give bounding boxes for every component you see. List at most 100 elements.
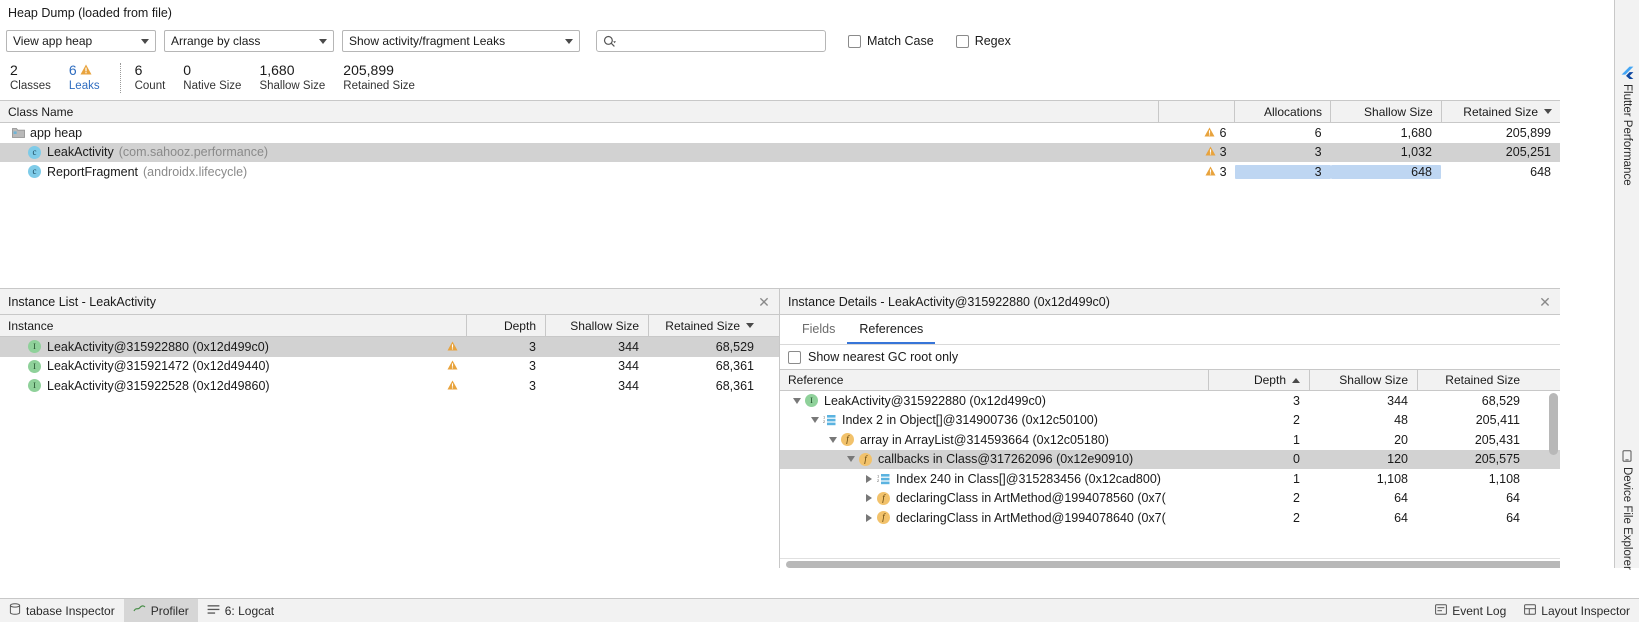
list-item[interactable]: I LeakActivity@315922528 (0x12d49860) 3 … [0, 376, 779, 396]
scrollbar-thumb[interactable] [786, 561, 1560, 568]
column-header-leaks[interactable] [1158, 100, 1233, 123]
status-bar-profiler[interactable]: Profiler [123, 598, 198, 622]
list-item[interactable]: I LeakActivity@315921472 (0x12d49440) 3 … [0, 357, 779, 377]
instance-name-text: LeakActivity@315922528 (0x12d49860) [47, 378, 270, 393]
profiler-icon [133, 603, 146, 618]
shallow-size-cell: 1,108 [1376, 471, 1408, 486]
leaks-count: 3 [1219, 145, 1227, 160]
table-row[interactable]: c ReportFragment (androidx.lifecycle) 3 … [0, 162, 1560, 182]
column-header-depth-label: Depth [1253, 373, 1286, 387]
column-header-depth[interactable]: Depth [466, 314, 545, 337]
references-vertical-scrollbar[interactable] [1549, 393, 1558, 455]
chevron-down-icon [565, 38, 573, 44]
chevron-down-icon[interactable] [808, 414, 821, 427]
flutter-icon [1621, 66, 1634, 79]
chevron-down-icon[interactable] [844, 453, 857, 466]
tab-references[interactable]: References [847, 316, 936, 344]
depth-cell: 2 [1293, 413, 1300, 428]
shallow-size-cell: 344 [618, 378, 639, 393]
tab-fields[interactable]: Fields [790, 316, 847, 344]
details-tabs: Fields References [780, 315, 1560, 345]
arrange-select-label: Arrange by class [171, 34, 261, 48]
instance-details-title-bar: Instance Details - LeakActivity@31592288… [780, 289, 1560, 315]
search-icon [603, 35, 616, 48]
column-header-shallow-size[interactable]: Shallow Size [1309, 369, 1417, 391]
class-table-body: app heap 6 6 1,680 205,899 c LeakActivit… [0, 123, 1560, 288]
column-header-class-name[interactable]: Class Name [0, 101, 1158, 123]
warning-icon [80, 62, 92, 79]
column-header-shallow-size[interactable]: Shallow Size [545, 314, 648, 337]
instance-name-cell: I LeakActivity@315922528 (0x12d49860) [0, 379, 466, 393]
references-horizontal-scrollbar[interactable] [780, 558, 1560, 568]
tree-row[interactable]: f callbacks in Class@317262096 (0x12e909… [780, 449, 1560, 469]
match-case-checkbox[interactable]: Match Case [848, 34, 934, 48]
tree-row[interactable]: 12 Index 240 in Class[]@315283456 (0x12c… [780, 469, 1560, 489]
tree-row[interactable]: f declaringClass in ArtMethod@1994078560… [780, 489, 1560, 509]
allocations-cell: 3 [1234, 164, 1331, 179]
retained-size-cell: 1,108 [1488, 471, 1520, 486]
column-header-retained-size[interactable]: Retained Size [648, 314, 763, 337]
status-bar-layout-inspector[interactable]: Layout Inspector [1515, 599, 1639, 622]
tree-row[interactable]: I LeakActivity@315922880 (0x12d499c0) 3 … [780, 391, 1560, 411]
stat-retained-size: 205,899 Retained Size [343, 62, 433, 94]
list-item[interactable]: I LeakActivity@315922880 (0x12d499c0) 3 … [0, 337, 779, 357]
chevron-right-icon[interactable] [862, 492, 875, 505]
tree-row[interactable]: 12 Index 2 in Object[]@314900736 (0x12c5… [780, 411, 1560, 431]
reference-name-text: Index 2 in Object[]@314900736 (0x12c5010… [842, 413, 1098, 428]
checkbox-box [788, 350, 801, 364]
status-bar-logcat[interactable]: 6: Logcat [198, 599, 283, 622]
retained-size-cell: 64 [1506, 491, 1520, 506]
column-header-allocations[interactable]: Allocations [1233, 100, 1330, 123]
column-header-retained-size[interactable]: Retained Size [1417, 369, 1529, 391]
checkbox-box [848, 34, 861, 48]
reference-name-cell: f array in ArrayList@314593664 (0x12c051… [780, 433, 1208, 447]
svg-text:2: 2 [823, 419, 826, 424]
regex-checkbox[interactable]: Regex [955, 34, 1011, 48]
tree-row[interactable]: f array in ArrayList@314593664 (0x12c051… [780, 430, 1560, 450]
leaks-select[interactable]: Show activity/fragment Leaks [342, 30, 580, 52]
class-package-text: (androidx.lifecycle) [143, 164, 248, 179]
retained-size-cell: 68,361 [715, 359, 754, 374]
column-header-shallow-size[interactable]: Shallow Size [1330, 100, 1441, 123]
stat-leaks[interactable]: 6 Leaks [69, 62, 118, 94]
close-icon[interactable]: ✕ [753, 291, 775, 313]
status-bar-event-log[interactable]: Event Log [1426, 599, 1515, 622]
gc-root-checkbox[interactable]: Show nearest GC root only [780, 345, 1560, 369]
tool-window-device-file-explorer[interactable]: Device File Explorer [1621, 442, 1633, 578]
class-icon: c [28, 165, 41, 179]
column-header-retained-size[interactable]: Retained Size [1440, 100, 1560, 123]
chevron-down-icon[interactable] [826, 433, 839, 446]
chevron-right-icon[interactable] [862, 511, 875, 524]
tree-row[interactable]: f declaringClass in ArtMethod@1994078640… [780, 508, 1560, 528]
reference-name-cell: f callbacks in Class@317262096 (0x12e909… [780, 452, 1208, 466]
table-row[interactable]: app heap 6 6 1,680 205,899 [0, 123, 1560, 143]
column-header-instance[interactable]: Instance [0, 315, 466, 337]
instance-list-body: I LeakActivity@315922880 (0x12d499c0) 3 … [0, 337, 779, 568]
instance-list-title: Instance List - LeakActivity [8, 294, 156, 309]
search-box[interactable] [596, 30, 826, 52]
chevron-right-icon[interactable] [862, 472, 875, 485]
heap-dump-toolbar: View app heap Arrange by class Show acti… [0, 26, 1560, 56]
stat-leaks-label: Leaks [68, 80, 100, 92]
heap-select-label: View app heap [13, 34, 93, 48]
references-table-header: Reference Depth Shallow Size Retained Si… [780, 369, 1560, 391]
arrange-select[interactable]: Arrange by class [164, 30, 334, 52]
tool-window-flutter-performance[interactable]: Flutter Performance [1621, 58, 1634, 194]
sort-descending-icon [746, 323, 754, 328]
sort-ascending-icon [1292, 377, 1300, 383]
class-name-cell: c LeakActivity (com.sahooz.performance) [0, 145, 1160, 159]
retained-size-cell: 205,251 [1505, 145, 1551, 160]
close-icon[interactable]: ✕ [1534, 291, 1556, 313]
instance-icon: I [28, 340, 41, 354]
table-row[interactable]: c LeakActivity (com.sahooz.performance) … [0, 142, 1560, 162]
shallow-size-cell: 64 [1394, 491, 1408, 506]
column-header-reference[interactable]: Reference [780, 369, 1208, 391]
status-bar-database-inspector[interactable]: tabase Inspector [0, 599, 124, 622]
heap-select[interactable]: View app heap [6, 30, 156, 52]
retained-size-cell: 205,411 [1475, 413, 1520, 428]
search-input[interactable] [619, 33, 819, 49]
column-header-depth[interactable]: Depth [1208, 369, 1309, 391]
stat-shallow-size-label: Shallow Size [259, 80, 326, 92]
allocations-cell: 3 [1314, 145, 1322, 160]
chevron-down-icon[interactable] [790, 394, 803, 407]
